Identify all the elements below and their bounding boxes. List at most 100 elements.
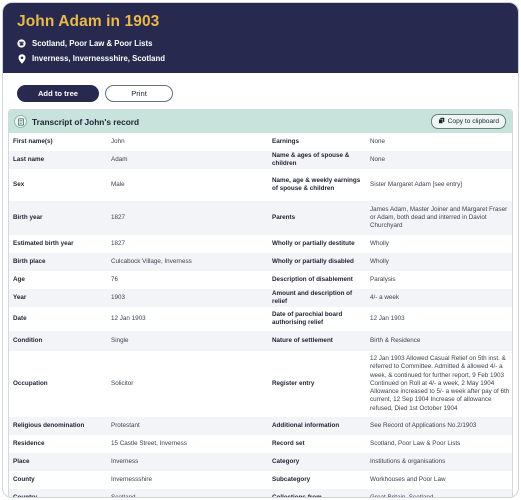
field-value: Paralysis <box>366 271 512 289</box>
table-row: Date 12 Jan 1903 Date of parochial board a… <box>9 307 512 331</box>
field-value: Institutions & organisations <box>366 453 512 471</box>
field-value: Single <box>107 331 268 351</box>
field-label: Additional information <box>268 417 366 435</box>
field-label: County <box>9 471 107 489</box>
record-header: John Adam in 1903 Scotland, Poor Law & P… <box>3 3 518 73</box>
field-label: Birth place <box>9 253 107 271</box>
field-label: Name & ages of spouse & children <box>268 151 366 169</box>
field-value: 4/- a week <box>366 289 512 307</box>
location-text: Inverness, Invernessshire, Scotland <box>32 54 166 63</box>
add-to-tree-button[interactable]: Add to tree <box>17 84 99 102</box>
field-value: Birth & Residence <box>366 331 512 351</box>
copy-icon <box>438 117 445 126</box>
table-row: Birth place Culcabock Village, Inverness W… <box>9 253 512 271</box>
field-value: Adam <box>107 151 268 169</box>
table-row: Year 1903 Amount and description of relief… <box>9 289 512 307</box>
field-label: Earnings <box>268 133 366 151</box>
field-value: 12 Jan 1903 Allowed Casual Relief on 5th… <box>366 351 512 417</box>
table-row: Religious denomination Protestant Addition… <box>9 417 512 435</box>
field-label: Nature of settlement <box>268 331 366 351</box>
field-label: Date of parochial board authorising reli… <box>268 307 366 331</box>
field-label: Condition <box>9 331 107 351</box>
field-value: Culcabock Village, Inverness <box>107 253 268 271</box>
field-label: Country <box>9 489 107 497</box>
field-label: First name(s) <box>9 133 107 151</box>
field-value: 12 Jan 1903 <box>107 307 268 331</box>
table-row: First name(s) John Earnings None <box>9 133 512 151</box>
table-row: Last name Adam Name & ages of spouse & chi… <box>9 151 512 169</box>
field-label: Description of disablement <box>268 271 366 289</box>
field-value: See Record of Applications No.2/1903 <box>366 417 512 435</box>
field-label: Name, age & weekly earnings of spouse & … <box>268 169 366 201</box>
field-label: Age <box>9 271 107 289</box>
field-value: Protestant <box>107 417 268 435</box>
action-bar: Add to tree Print <box>3 73 518 107</box>
field-label: Subcategory <box>268 471 366 489</box>
table-row: Estimated birth year 1827 Wholly or partia… <box>9 235 512 253</box>
field-value: Scotland <box>107 489 268 497</box>
field-value: Great Britain, Scotland <box>366 489 512 497</box>
record-table: First name(s) John Earnings None Last name Ad… <box>9 133 512 497</box>
field-label: Residence <box>9 435 107 453</box>
location-row: Inverness, Invernessshire, Scotland <box>17 53 504 64</box>
field-value: Sister Margaret Adam [see entry] <box>366 169 512 201</box>
field-label: Last name <box>9 151 107 169</box>
table-row: Occupation Solicitor Register entry 12 Jan … <box>9 351 512 417</box>
field-value: 15 Castle Street, Inverness <box>107 435 268 453</box>
print-button[interactable]: Print <box>105 84 173 102</box>
field-value: James Adam, Master Joiner and Margaret F… <box>366 201 512 235</box>
transcript-header: Transcript of John's record Copy to clip… <box>9 110 512 133</box>
field-label: Wholly or partially destitute <box>268 235 366 253</box>
field-value: Solicitor <box>107 351 268 417</box>
table-row: County Invernessshire Subcategory Workhouse… <box>9 471 512 489</box>
transcript-card: Transcript of John's record Copy to clip… <box>8 109 513 497</box>
table-row: Sex Male Name, age & weekly earnings of sp… <box>9 169 512 201</box>
field-value: 1827 <box>107 201 268 235</box>
field-value: 1827 <box>107 235 268 253</box>
table-row: Age 76 Description of disablement Paralysis <box>9 271 512 289</box>
collection-name: Scotland, Poor Law & Poor Lists <box>32 39 153 48</box>
field-label: Place <box>9 453 107 471</box>
field-label: Date <box>9 307 107 331</box>
archive-icon <box>17 39 26 48</box>
copy-label: Copy to clipboard <box>447 118 499 125</box>
field-value: John <box>107 133 268 151</box>
collection-row: Scotland, Poor Law & Poor Lists <box>17 39 504 48</box>
field-label: Amount and description of relief <box>268 289 366 307</box>
field-label: Category <box>268 453 366 471</box>
table-row: Country Scotland Collections from Great Bri… <box>9 489 512 497</box>
copy-to-clipboard-button[interactable]: Copy to clipboard <box>430 114 506 129</box>
record-page: John Adam in 1903 Scotland, Poor Law & P… <box>2 2 519 498</box>
field-value: Invernessshire <box>107 471 268 489</box>
page-title: John Adam in 1903 <box>17 13 160 30</box>
transcript-title: Transcript of John's record <box>32 116 140 127</box>
field-label: Year <box>9 289 107 307</box>
field-label: Occupation <box>9 351 107 417</box>
field-label: Religious denomination <box>9 417 107 435</box>
transcript-icon <box>14 115 27 128</box>
field-value: 12 Jan 1903 <box>366 307 512 331</box>
field-label: Estimated birth year <box>9 235 107 253</box>
table-row: Condition Single Nature of settlement Birth… <box>9 331 512 351</box>
field-label: Register entry <box>268 351 366 417</box>
field-value: None <box>366 133 512 151</box>
field-label: Sex <box>9 169 107 201</box>
location-pin-icon <box>17 53 26 64</box>
field-label: Parents <box>268 201 366 235</box>
field-label: Collections from <box>268 489 366 497</box>
field-value: Workhouses and Poor Law <box>366 471 512 489</box>
field-value: Wholly <box>366 253 512 271</box>
field-label: Record set <box>268 435 366 453</box>
field-value: Scotland, Poor Law & Poor Lists <box>366 435 512 453</box>
field-value: 76 <box>107 271 268 289</box>
field-value: Wholly <box>366 235 512 253</box>
field-label: Birth year <box>9 201 107 235</box>
table-row: Place Inverness Category Institutions & org… <box>9 453 512 471</box>
field-value: 1903 <box>107 289 268 307</box>
field-value: None <box>366 151 512 169</box>
table-row: Birth year 1827 Parents James Adam, Master … <box>9 201 512 235</box>
field-label: Wholly or partially disabled <box>268 253 366 271</box>
table-row: Residence 15 Castle Street, Inverness Reco… <box>9 435 512 453</box>
field-value: Inverness <box>107 453 268 471</box>
field-value: Male <box>107 169 268 201</box>
